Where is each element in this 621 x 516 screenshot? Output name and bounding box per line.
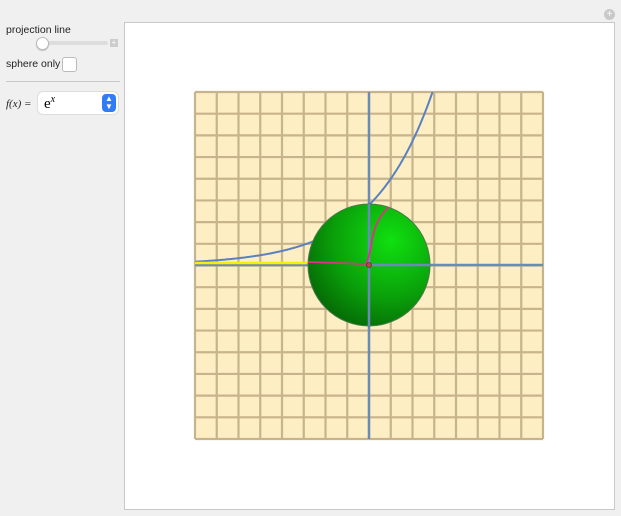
plot-graphic[interactable] — [0, 0, 621, 516]
origin-point — [366, 262, 372, 268]
